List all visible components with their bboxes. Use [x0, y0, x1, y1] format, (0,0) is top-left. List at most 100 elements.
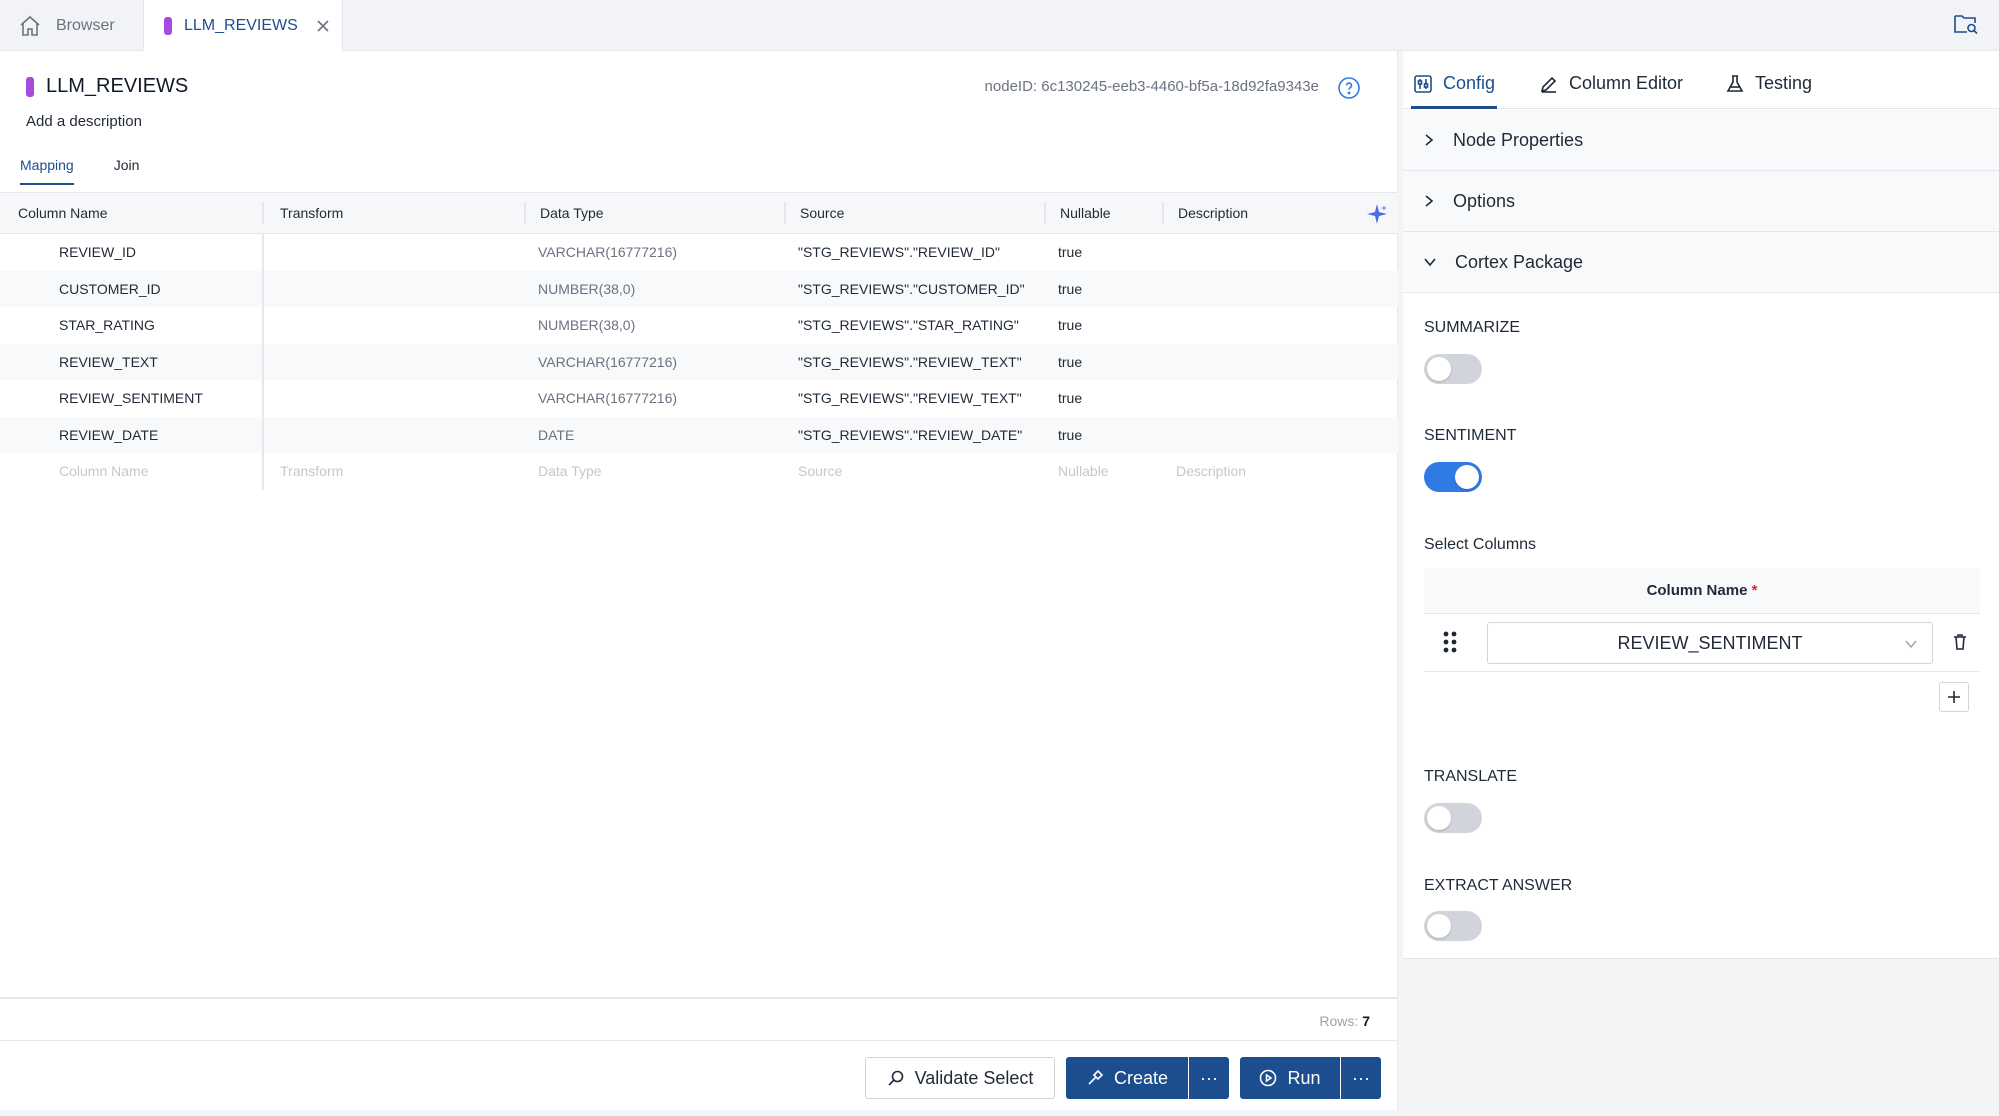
run-more-button[interactable]: ··· [1341, 1057, 1381, 1099]
table-row[interactable]: REVIEW_SENTIMENT VARCHAR(16777216) "STG_… [0, 380, 1398, 417]
tab-column-editor[interactable]: Column Editor [1539, 73, 1683, 94]
active-tab-indicator [1411, 106, 1497, 109]
cell-transform[interactable] [262, 380, 524, 417]
node-type-icon [26, 76, 34, 97]
cell-nullable[interactable]: true [1044, 354, 1162, 370]
validate-select-button[interactable]: Validate Select [865, 1057, 1055, 1099]
cell-nullable[interactable]: true [1044, 317, 1162, 333]
node-id: nodeID: 6c130245-eeb3-4460-bf5a-18d92fa9… [984, 78, 1319, 95]
cell-nullable[interactable]: true [1044, 244, 1162, 260]
tab-active-label: LLM_REVIEWS [184, 17, 298, 34]
header-nullable[interactable]: Nullable [1044, 202, 1162, 224]
table-row[interactable]: REVIEW_DATE DATE "STG_REVIEWS"."REVIEW_D… [0, 416, 1398, 453]
cell-transform[interactable] [262, 343, 524, 380]
ai-sparkle-icon[interactable] [1366, 203, 1388, 225]
tab-testing[interactable]: Testing [1725, 73, 1812, 94]
accordion-cortex-package[interactable]: Cortex Package [1403, 232, 1999, 293]
table-row[interactable]: REVIEW_ID VARCHAR(16777216) "STG_REVIEWS… [0, 234, 1398, 271]
accordion-options[interactable]: Options [1403, 171, 1999, 232]
cell-transform[interactable] [262, 416, 524, 453]
table-row[interactable]: STAR_RATING NUMBER(38,0) "STG_REVIEWS"."… [0, 307, 1398, 344]
placeholder-column-name[interactable]: Column Name [0, 463, 262, 479]
table-row[interactable]: REVIEW_TEXT VARCHAR(16777216) "STG_REVIE… [0, 343, 1398, 380]
chevron-right-icon [1425, 134, 1434, 146]
column-select-value: REVIEW_SENTIMENT [1617, 633, 1803, 653]
cell-source[interactable]: "STG_REVIEWS"."REVIEW_TEXT" [784, 354, 1044, 370]
column-select[interactable]: REVIEW_SENTIMENT [1487, 622, 1933, 664]
description-field[interactable]: Add a description [26, 113, 142, 130]
table-row[interactable]: CUSTOMER_ID NUMBER(38,0) "STG_REVIEWS"."… [0, 270, 1398, 307]
extract-answer-toggle[interactable] [1424, 911, 1482, 941]
cell-source[interactable]: "STG_REVIEWS"."REVIEW_ID" [784, 244, 1044, 260]
header-source[interactable]: Source [784, 202, 1044, 224]
node-type-icon [164, 17, 172, 35]
cell-source[interactable]: "STG_REVIEWS"."REVIEW_TEXT" [784, 390, 1044, 406]
cell-data-type[interactable]: NUMBER(38,0) [524, 281, 784, 297]
trash-icon[interactable] [1952, 633, 1968, 651]
config-tabs: Config Column Editor Testing [1403, 51, 1999, 109]
cell-column-name[interactable]: REVIEW_DATE [0, 427, 262, 443]
play-circle-icon [1260, 1069, 1277, 1087]
rows-value: 7 [1362, 1013, 1370, 1029]
new-row-placeholder[interactable]: Column Name Transform Data Type Source N… [0, 453, 1398, 490]
toggle-knob [1427, 914, 1451, 938]
translate-toggle[interactable] [1424, 803, 1482, 833]
header-data-type[interactable]: Data Type [524, 202, 784, 224]
tab-llm-reviews[interactable]: LLM_REVIEWS [143, 0, 343, 52]
more-icon: ··· [1352, 1067, 1370, 1088]
column-name-header: Column Name * [1424, 568, 1980, 614]
sentiment-toggle[interactable] [1424, 462, 1482, 492]
cell-column-name[interactable]: REVIEW_ID [0, 244, 262, 260]
config-panel-footer [1403, 958, 1999, 1116]
tab-config[interactable]: Config [1413, 73, 1495, 94]
cell-column-name[interactable]: REVIEW_TEXT [0, 354, 262, 370]
tab-browser[interactable]: Browser [18, 0, 115, 51]
cell-nullable[interactable]: true [1044, 427, 1162, 443]
placeholder-transform[interactable]: Transform [262, 453, 524, 490]
add-column-button[interactable] [1939, 682, 1969, 712]
cell-transform[interactable] [262, 234, 524, 271]
tab-join[interactable]: Join [114, 157, 140, 185]
cell-data-type[interactable]: VARCHAR(16777216) [524, 390, 784, 406]
folder-search-icon[interactable] [1953, 12, 1979, 36]
placeholder-source[interactable]: Source [784, 463, 1044, 479]
cell-source[interactable]: "STG_REVIEWS"."CUSTOMER_ID" [784, 281, 1044, 297]
run-button[interactable]: Run [1240, 1057, 1340, 1099]
sentiment-label: SENTIMENT [1424, 427, 1517, 444]
cell-data-type[interactable]: VARCHAR(16777216) [524, 354, 784, 370]
create-more-button[interactable]: ··· [1189, 1057, 1229, 1099]
tab-mapping[interactable]: Mapping [20, 157, 74, 185]
rows-count: Rows: 7 [1319, 1013, 1370, 1029]
chevron-down-icon [1905, 640, 1917, 649]
chevron-right-icon [1425, 195, 1434, 207]
placeholder-description[interactable]: Description [1162, 463, 1398, 479]
accordion-node-properties[interactable]: Node Properties [1403, 110, 1999, 171]
cell-source[interactable]: "STG_REVIEWS"."STAR_RATING" [784, 317, 1044, 333]
cell-nullable[interactable]: true [1044, 281, 1162, 297]
cell-transform[interactable] [262, 270, 524, 307]
plus-icon [1948, 691, 1960, 703]
cell-column-name[interactable]: STAR_RATING [0, 317, 262, 333]
toggle-knob [1455, 465, 1479, 489]
help-icon[interactable] [1337, 76, 1361, 100]
header-column-name[interactable]: Column Name [0, 205, 262, 221]
create-button[interactable]: Create [1066, 1057, 1188, 1099]
cell-nullable[interactable]: true [1044, 390, 1162, 406]
header-transform[interactable]: Transform [262, 202, 524, 224]
header-description[interactable]: Description [1162, 202, 1398, 224]
grid-header: Column Name Transform Data Type Source N… [0, 192, 1398, 234]
placeholder-data-type[interactable]: Data Type [524, 463, 784, 479]
cell-column-name[interactable]: REVIEW_SENTIMENT [0, 390, 262, 406]
column-name-header-label: Column Name [1646, 582, 1748, 599]
summarize-toggle[interactable] [1424, 354, 1482, 384]
grid-body: REVIEW_ID VARCHAR(16777216) "STG_REVIEWS… [0, 234, 1398, 490]
close-icon[interactable] [316, 19, 330, 33]
cell-data-type[interactable]: VARCHAR(16777216) [524, 244, 784, 260]
drag-handle-icon[interactable] [1442, 630, 1458, 654]
cell-data-type[interactable]: DATE [524, 427, 784, 443]
cell-data-type[interactable]: NUMBER(38,0) [524, 317, 784, 333]
cell-column-name[interactable]: CUSTOMER_ID [0, 281, 262, 297]
cell-transform[interactable] [262, 307, 524, 344]
placeholder-nullable[interactable]: Nullable [1044, 463, 1162, 479]
cell-source[interactable]: "STG_REVIEWS"."REVIEW_DATE" [784, 427, 1044, 443]
